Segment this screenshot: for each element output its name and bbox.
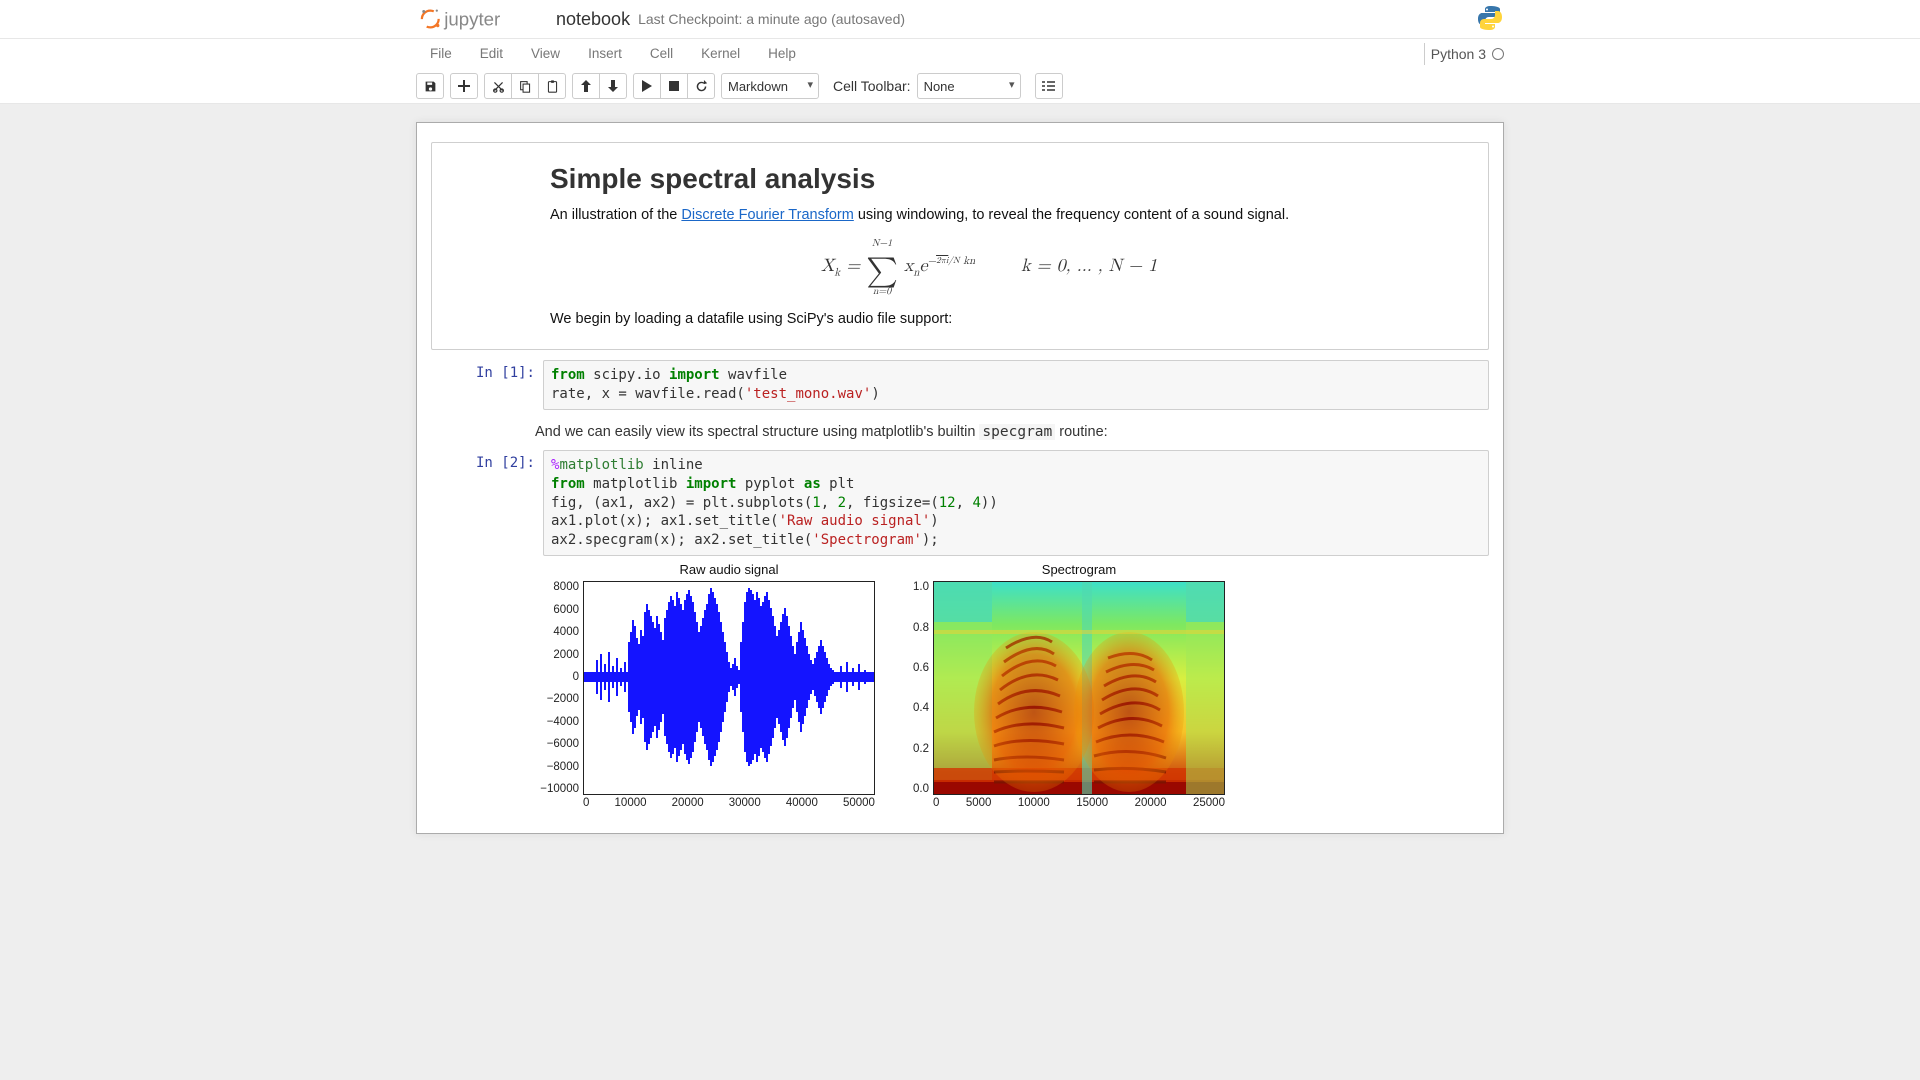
code-input[interactable]: %matplotlib inline from matplotlib impor…	[543, 450, 1489, 556]
output-figure: Raw audio signal 80006000400020000−2000−…	[535, 562, 1503, 809]
menu-edit[interactable]: Edit	[466, 39, 517, 69]
menu-insert[interactable]: Insert	[574, 39, 636, 69]
jupyter-logo[interactable]: jupyter	[416, 5, 536, 33]
waveform-plot	[583, 581, 875, 795]
cell-type-value: Markdown	[728, 79, 788, 94]
svg-text:jupyter: jupyter	[443, 9, 500, 30]
menu-help[interactable]: Help	[754, 39, 810, 69]
cell-type-select[interactable]: Markdown	[721, 73, 819, 99]
spectrogram-plot	[933, 581, 1225, 795]
python-logo-icon	[1476, 4, 1504, 35]
code-cell[interactable]: In [1]: from scipy.io import wavfile rat…	[431, 360, 1489, 410]
cell-toolbar-select[interactable]: None	[917, 73, 1021, 99]
move-down-button[interactable]	[599, 73, 627, 99]
menu-kernel[interactable]: Kernel	[687, 39, 754, 69]
run-button[interactable]	[633, 73, 661, 99]
interrupt-button[interactable]	[660, 73, 688, 99]
right-xticks: 0500010000150002000025000	[933, 797, 1225, 809]
markdown-cell[interactable]: Simple spectral analysis An illustration…	[431, 142, 1489, 350]
left-yticks: 80006000400020000−2000−4000−6000−8000−10…	[537, 581, 579, 795]
paste-button[interactable]	[538, 73, 566, 99]
menu-file[interactable]: File	[416, 39, 466, 69]
cell-toolbar-label: Cell Toolbar:	[833, 78, 911, 94]
input-prompt: In [1]:	[431, 360, 543, 410]
copy-button[interactable]	[511, 73, 539, 99]
command-palette-button[interactable]	[1035, 73, 1063, 99]
paragraph: We begin by loading a datafile using Sci…	[550, 311, 1428, 327]
kernel-idle-icon	[1492, 48, 1504, 60]
code-input[interactable]: from scipy.io import wavfile rate, x = w…	[543, 360, 1489, 410]
markdown-cell[interactable]: And we can easily view its spectral stru…	[535, 424, 1443, 440]
notebook-name[interactable]: notebook	[552, 9, 634, 30]
code-cell[interactable]: In [2]: %matplotlib inline from matplotl…	[431, 450, 1489, 556]
notebook-container: Simple spectral analysis An illustration…	[416, 122, 1504, 834]
restart-button[interactable]	[687, 73, 715, 99]
checkpoint-status: Last Checkpoint: a minute ago (autosaved…	[638, 11, 905, 27]
left-xticks: 01000020000300004000050000	[583, 797, 875, 809]
paragraph: An illustration of the Discrete Fourier …	[550, 207, 1428, 223]
kernel-indicator: Python 3	[1424, 43, 1504, 65]
right-yticks: 1.00.80.60.40.20.0	[901, 581, 929, 795]
cut-button[interactable]	[484, 73, 512, 99]
menu-view[interactable]: View	[517, 39, 574, 69]
add-cell-button[interactable]	[450, 73, 478, 99]
math-formula: Xk = N−1 ∑ n=0 xne−2πi/N kn k = 0, … , N…	[550, 237, 1428, 297]
plot-title-left: Raw audio signal	[583, 562, 875, 577]
plot-title-right: Spectrogram	[933, 562, 1225, 577]
kernel-name: Python 3	[1431, 46, 1486, 62]
cell-toolbar-value: None	[924, 79, 955, 94]
input-prompt: In [2]:	[431, 450, 543, 556]
menu-cell[interactable]: Cell	[636, 39, 687, 69]
heading: Simple spectral analysis	[550, 163, 1428, 195]
save-button[interactable]	[416, 73, 444, 99]
dft-link[interactable]: Discrete Fourier Transform	[681, 207, 853, 223]
move-up-button[interactable]	[572, 73, 600, 99]
